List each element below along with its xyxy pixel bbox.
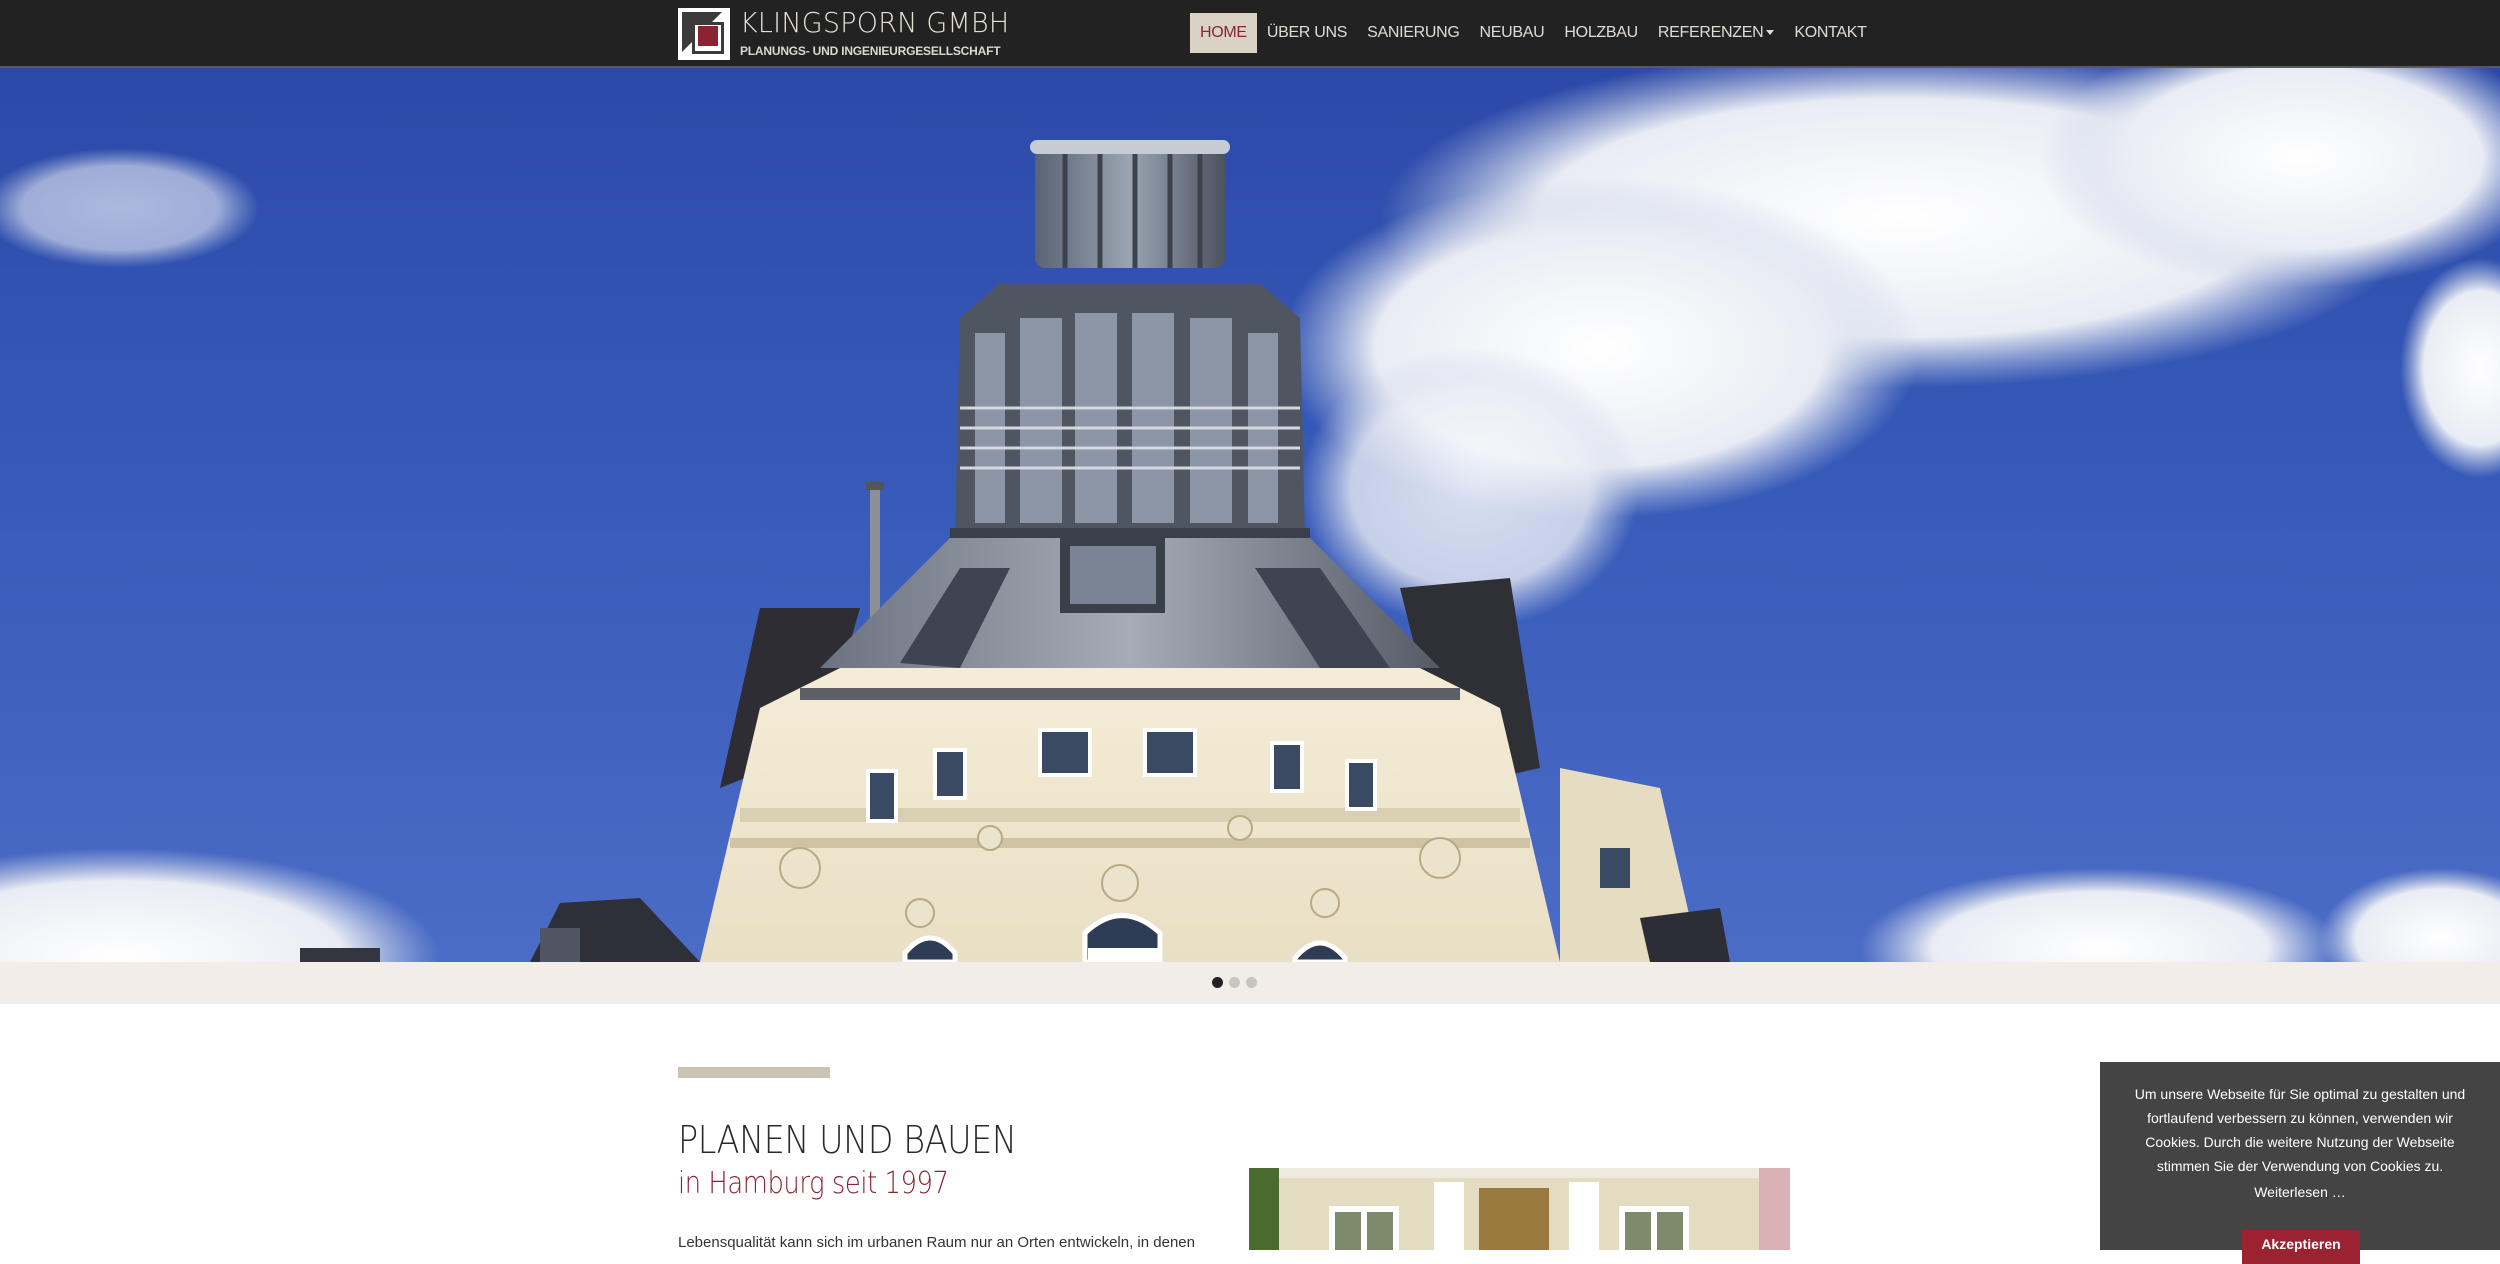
main-nav: HOME ÜBER UNS SANIERUNG NEUBAU HOLZBAU R… — [1190, 13, 1877, 53]
nav-item-ueber-uns[interactable]: ÜBER UNS — [1257, 13, 1357, 53]
nav-item-referenzen[interactable]: REFERENZEN — [1648, 13, 1784, 53]
slider-dots — [1212, 977, 1257, 988]
cookie-banner: Um unsere Webseite für Sie optimal zu ge… — [2100, 1062, 2500, 1264]
intro-paragraph: Lebensqualität kann sich im urbanen Raum… — [678, 1234, 1195, 1251]
hero-slide-image[interactable] — [0, 68, 2500, 962]
cookie-accept-button[interactable]: Akzeptieren — [2242, 1230, 2360, 1264]
section-subtitle: in Hamburg seit 1997 — [678, 1166, 949, 1201]
cookie-read-more-link[interactable]: Weiterlesen … — [2100, 1184, 2500, 1200]
caret-down-icon — [1766, 30, 1775, 36]
logo-square-icon[interactable] — [678, 8, 730, 60]
brand-link[interactable]: KLINGSPORN GMBH PLANUNGS- UND INGENIEURG… — [678, 8, 1021, 60]
building-photo — [1249, 1168, 1790, 1250]
brand-name[interactable]: KLINGSPORN GMBH — [740, 8, 1009, 38]
nav-item-home[interactable]: HOME — [1190, 13, 1257, 53]
brand-subtitle: PLANUNGS- UND INGENIEURGESELLSCHAFT — [740, 44, 1001, 58]
nav-item-neubau[interactable]: NEUBAU — [1470, 13, 1555, 53]
top-navbar: KLINGSPORN GMBH PLANUNGS- UND INGENIEURG… — [0, 0, 2500, 68]
slide-dot-2[interactable] — [1229, 977, 1240, 988]
slide-dot-3[interactable] — [1246, 977, 1257, 988]
section-accent-line — [678, 1067, 830, 1078]
nav-item-sanierung[interactable]: SANIERUNG — [1357, 13, 1469, 53]
nav-item-kontakt[interactable]: KONTAKT — [1784, 13, 1876, 53]
slide-dot-1[interactable] — [1212, 977, 1223, 988]
building-tower-illustration — [0, 68, 2500, 962]
nav-item-holzbau[interactable]: HOLZBAU — [1554, 13, 1647, 53]
nav-item-referenzen-label: REFERENZEN — [1657, 24, 1764, 41]
cookie-text: Um unsere Webseite für Sie optimal zu ge… — [2134, 1086, 2466, 1174]
section-title: PLANEN UND BAUEN — [678, 1118, 1017, 1162]
